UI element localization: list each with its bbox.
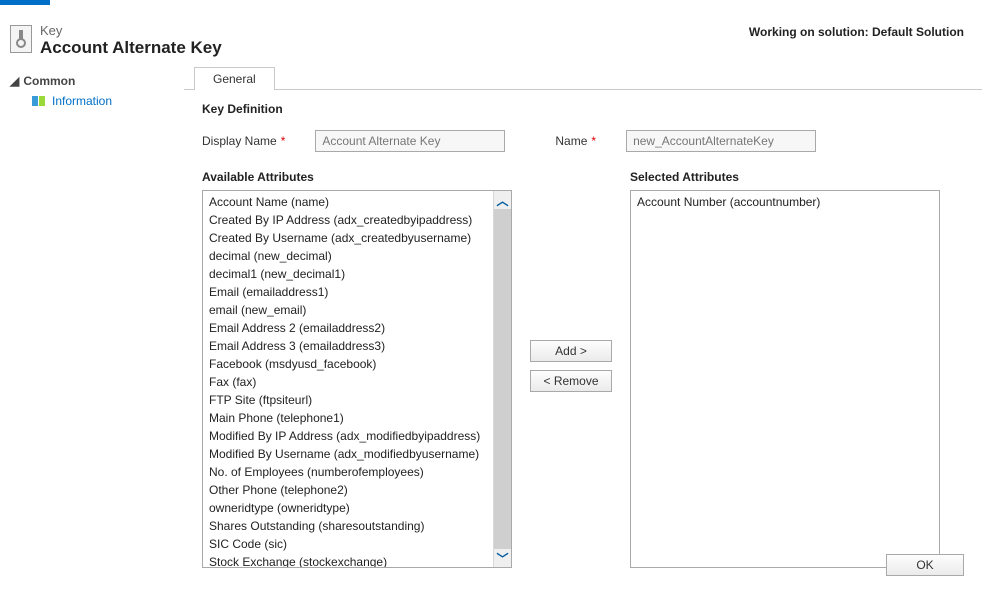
scroll-up-icon[interactable]: ︿ bbox=[494, 191, 512, 209]
list-item[interactable]: Stock Exchange (stockexchange) bbox=[203, 553, 493, 567]
nav-item-label: Information bbox=[52, 94, 112, 108]
list-item[interactable]: Modified By Username (adx_modifiedbyuser… bbox=[203, 445, 493, 463]
list-item[interactable]: decimal1 (new_decimal1) bbox=[203, 265, 493, 283]
scrollbar[interactable]: ︿ ﹀ bbox=[493, 191, 511, 567]
list-item[interactable]: decimal (new_decimal) bbox=[203, 247, 493, 265]
list-item[interactable]: Shares Outstanding (sharesoutstanding) bbox=[203, 517, 493, 535]
solution-label: Working on solution: Default Solution bbox=[749, 23, 972, 39]
list-item[interactable]: SIC Code (sic) bbox=[203, 535, 493, 553]
tab-strip: General bbox=[184, 66, 982, 90]
caret-down-icon: ◢ bbox=[10, 74, 20, 88]
window-top-accent bbox=[0, 0, 982, 5]
nav-item-information[interactable]: Information bbox=[10, 90, 174, 112]
remove-button[interactable]: < Remove bbox=[530, 370, 612, 392]
list-item[interactable]: Modified By IP Address (adx_modifiedbyip… bbox=[203, 427, 493, 445]
display-name-label: Display Name* bbox=[202, 134, 285, 148]
selected-attributes-list[interactable]: Account Number (accountnumber) bbox=[630, 190, 940, 568]
scroll-track[interactable] bbox=[494, 209, 512, 549]
information-icon bbox=[32, 96, 46, 106]
list-item[interactable]: No. of Employees (numberofemployees) bbox=[203, 463, 493, 481]
list-item[interactable]: Facebook (msdyusd_facebook) bbox=[203, 355, 493, 373]
key-icon bbox=[10, 25, 32, 53]
tab-general[interactable]: General bbox=[194, 67, 275, 90]
section-title: Key Definition bbox=[202, 102, 964, 116]
tab-content: Key Definition Display Name* Name* A bbox=[184, 90, 982, 578]
list-item[interactable]: Other Phone (telephone2) bbox=[203, 481, 493, 499]
list-item[interactable]: owneridtype (owneridtype) bbox=[203, 499, 493, 517]
page-title: Account Alternate Key bbox=[40, 38, 222, 58]
scroll-down-icon[interactable]: ﹀ bbox=[494, 549, 512, 567]
entity-type-label: Key bbox=[40, 23, 222, 38]
add-button[interactable]: Add > bbox=[530, 340, 612, 362]
display-name-field[interactable] bbox=[315, 130, 505, 152]
list-item[interactable]: Email (emailaddress1) bbox=[203, 283, 493, 301]
nav-group-label: Common bbox=[23, 74, 75, 88]
list-item[interactable]: Fax (fax) bbox=[203, 373, 493, 391]
list-item[interactable]: FTP Site (ftpsiteurl) bbox=[203, 391, 493, 409]
list-item[interactable]: Created By Username (adx_createdbyuserna… bbox=[203, 229, 493, 247]
list-item[interactable]: Main Phone (telephone1) bbox=[203, 409, 493, 427]
accent-bar bbox=[0, 0, 50, 5]
nav-group-common[interactable]: ◢ Common bbox=[10, 72, 174, 90]
name-field[interactable] bbox=[626, 130, 816, 152]
list-item[interactable]: Email Address 2 (emailaddress2) bbox=[203, 319, 493, 337]
list-item[interactable]: Created By IP Address (adx_createdbyipad… bbox=[203, 211, 493, 229]
available-attributes-label: Available Attributes bbox=[202, 170, 512, 184]
page-header: Key Account Alternate Key Working on sol… bbox=[0, 5, 982, 66]
list-item[interactable]: Account Number (accountnumber) bbox=[631, 193, 939, 211]
name-label: Name* bbox=[555, 134, 596, 148]
available-attributes-list[interactable]: Account Name (name)Created By IP Address… bbox=[202, 190, 512, 568]
left-nav: ◢ Common Information bbox=[0, 66, 184, 598]
selected-attributes-label: Selected Attributes bbox=[630, 170, 940, 184]
list-item[interactable]: email (new_email) bbox=[203, 301, 493, 319]
ok-button[interactable]: OK bbox=[886, 554, 964, 576]
list-item[interactable]: Account Name (name) bbox=[203, 193, 493, 211]
list-item[interactable]: Email Address 3 (emailaddress3) bbox=[203, 337, 493, 355]
